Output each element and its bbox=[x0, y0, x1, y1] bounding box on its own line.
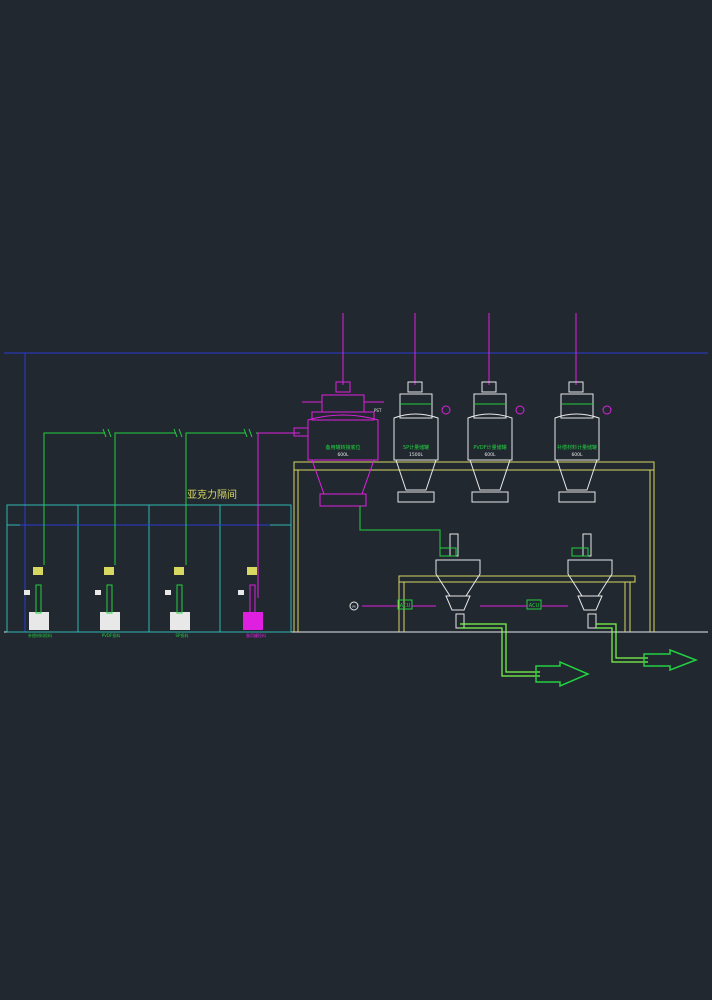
pst-tag: PST bbox=[374, 408, 382, 413]
drum-4: 备用罐投料 bbox=[238, 567, 266, 638]
tank-2: SP计量储罐 1500L bbox=[393, 313, 451, 503]
tank-4: 补偿材料计量储罐 600L bbox=[554, 313, 612, 503]
drum-2: PVDF投料 bbox=[95, 567, 120, 638]
feed-lines bbox=[43, 428, 300, 565]
tank-3: PVDF计量储罐 600L bbox=[467, 313, 525, 503]
svg-text:SP计量储罐: SP计量储罐 bbox=[403, 444, 429, 451]
lower-frame bbox=[398, 575, 636, 583]
svg-text:600L: 600L bbox=[571, 452, 583, 458]
svg-text:备用罐转接底位: 备用罐转接底位 bbox=[325, 444, 360, 451]
mixer-2: ACU bbox=[526, 533, 613, 629]
svg-text:600L: 600L bbox=[484, 452, 496, 458]
drum-1: 补偿材料投料 bbox=[24, 567, 52, 638]
svg-text:PVDF投料: PVDF投料 bbox=[102, 632, 121, 638]
upper-frame bbox=[293, 461, 655, 471]
svg-text:补偿材料投料: 补偿材料投料 bbox=[28, 632, 52, 638]
svg-text:ACU: ACU bbox=[400, 603, 411, 609]
tank-1: 备用罐转接底位 600L bbox=[293, 313, 384, 507]
svg-text:ACU: ACU bbox=[529, 603, 540, 609]
svg-text:600L: 600L bbox=[337, 452, 349, 458]
process-line bbox=[359, 506, 441, 548]
svg-text:PI: PI bbox=[352, 605, 355, 609]
svg-text:PVDF计量储罐: PVDF计量储罐 bbox=[473, 444, 506, 451]
room-label: 亚克力隔间 bbox=[187, 488, 237, 501]
svg-text:补偿材料计量储罐: 补偿材料计量储罐 bbox=[557, 444, 597, 451]
drum-3: SP投料 bbox=[165, 567, 190, 638]
svg-text:1500L: 1500L bbox=[409, 452, 423, 458]
output-arrow-1 bbox=[535, 660, 590, 688]
svg-text:SP投料: SP投料 bbox=[176, 632, 189, 638]
process-diagram: 亚克力隔间 补偿材料投料 PVDF投料 SP投料 备用罐投料 备用罐转接底位 6… bbox=[4, 313, 708, 688]
output-arrow-2 bbox=[643, 648, 699, 672]
svg-text:备用罐投料: 备用罐投料 bbox=[246, 632, 266, 638]
mixer-1: ACU PI bbox=[349, 533, 481, 629]
